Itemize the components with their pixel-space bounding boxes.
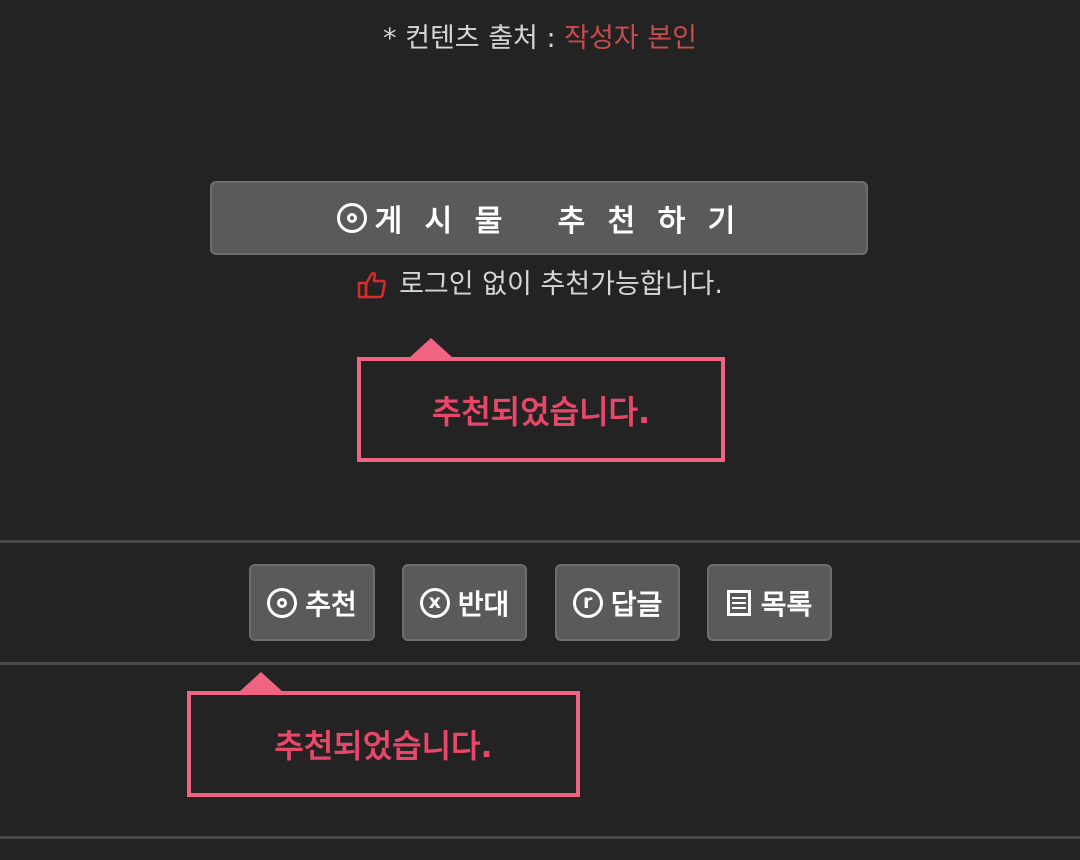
recommend-button-label: 추천 [305, 587, 357, 621]
oppose-button[interactable]: x 반대 [402, 564, 527, 641]
content-source-label: * 컨텐츠 출처 : [383, 23, 565, 54]
divider [0, 540, 1080, 543]
circle-x-icon: x [419, 587, 450, 618]
recommended-tooltip: 추천되었습니다. [357, 338, 725, 462]
circle-r-icon: r [572, 587, 603, 618]
divider [0, 836, 1080, 839]
divider [0, 662, 1080, 665]
content-source: * 컨텐츠 출처 : 작성자 본인 [0, 20, 1080, 58]
recommend-post-button[interactable]: 게 시 물 추 천 하 기 [210, 181, 868, 255]
reply-button-label: 답글 [610, 587, 663, 621]
oppose-button-label: 반대 [457, 587, 510, 621]
recommended-tooltip-text: 추천되었습니다. [431, 392, 651, 431]
list-icon [726, 589, 751, 616]
recommend-button[interactable]: 추천 [249, 564, 375, 641]
tooltip-arrow [239, 672, 283, 692]
list-button[interactable]: 목록 [707, 564, 832, 641]
recommended-tooltip-text: 추천되었습니다. [274, 727, 493, 765]
recommend-post-label: 게 시 물 추 천 하 기 [374, 204, 742, 239]
tooltip-arrow [409, 338, 453, 358]
recommended-tooltip: 추천되었습니다. [187, 672, 580, 797]
content-source-author: 작성자 본인 [564, 23, 697, 54]
thumbs-up-icon [357, 271, 386, 299]
list-button-label: 목록 [760, 587, 813, 621]
reply-button[interactable]: r 답글 [555, 564, 680, 641]
circle-o-icon [336, 203, 367, 233]
no-login-text: 로그인 없이 추천가능합니다. [399, 269, 723, 300]
circle-o-icon [267, 587, 298, 618]
no-login-note: 로그인 없이 추천가능합니다. [0, 266, 1080, 304]
